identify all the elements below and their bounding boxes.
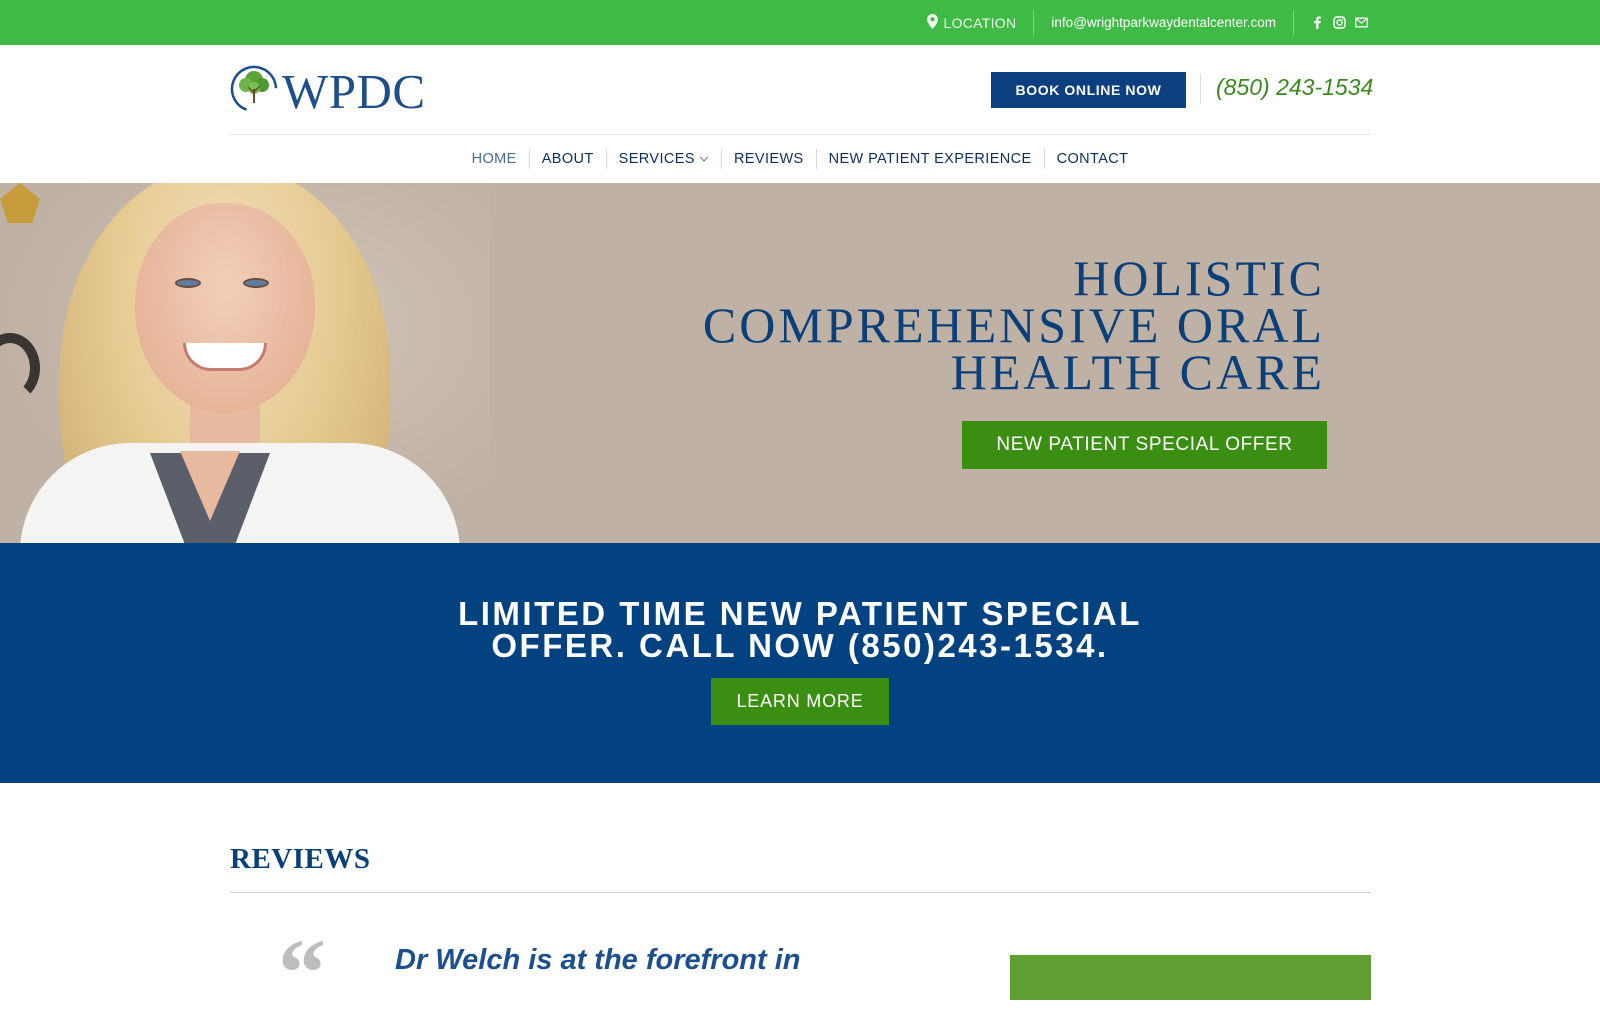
wall-decor [0, 333, 40, 403]
hero-title: HOLISTIC COMPREHENSIVE ORAL HEALTH CARE [702, 250, 1325, 400]
main-nav: HOME ABOUT SERVICES REVIEWS NEW PATIENT … [0, 135, 1600, 183]
photo-face [135, 203, 315, 413]
doctor-photo [0, 183, 490, 543]
nav-item-home[interactable]: HOME [460, 149, 529, 169]
nav-item-reviews[interactable]: REVIEWS [720, 149, 816, 169]
review-text: Dr Welch is at the forefront in [395, 944, 801, 976]
top-bar: LOCATION info@wrightparkwaydentalcenter.… [0, 0, 1600, 45]
wall-decor [0, 183, 40, 223]
hero-title-line: HEALTH CARE [950, 344, 1325, 400]
divider [1200, 74, 1201, 104]
book-online-button[interactable]: BOOK ONLINE NOW [991, 72, 1186, 108]
offer-heading: LIMITED TIME NEW PATIENT SPECIAL OFFER. … [0, 595, 1600, 664]
photo-smile [183, 343, 267, 371]
reviews-divider [230, 892, 1371, 893]
top-bar-contents: LOCATION info@wrightparkwaydentalcenter.… [927, 0, 1368, 45]
nav-item-contact[interactable]: CONTACT [1043, 149, 1141, 169]
instagram-icon[interactable] [1333, 16, 1346, 29]
tree-logo-icon [230, 65, 278, 118]
site-header: WPDC BOOK ONLINE NOW (850) 243-1534 [0, 45, 1600, 135]
nav-item-label: NEW PATIENT EXPERIENCE [828, 151, 1032, 167]
offer-heading-line: LIMITED TIME NEW PATIENT SPECIAL [458, 595, 1142, 632]
logo-text: WPDC [282, 64, 426, 119]
location-link[interactable]: LOCATION [927, 13, 1017, 32]
social-links [1311, 16, 1368, 29]
divider [1293, 9, 1294, 36]
site-logo[interactable]: WPDC [230, 65, 426, 118]
nav-item-new-patient-experience[interactable]: NEW PATIENT EXPERIENCE [815, 149, 1044, 169]
nav-item-label: CONTACT [1056, 151, 1129, 167]
nav-item-label: ABOUT [541, 151, 594, 167]
header-phone-link[interactable]: (850) 243-1534 [1216, 74, 1373, 101]
nav-item-label: SERVICES [618, 151, 695, 167]
hero-title-line: HOLISTIC [1073, 250, 1325, 306]
photo-eye [243, 278, 269, 288]
offer-heading-line: OFFER. CALL NOW (850)243-1534. [491, 627, 1109, 664]
offer-banner: LIMITED TIME NEW PATIENT SPECIAL OFFER. … [0, 543, 1600, 783]
hero-title-line: COMPREHENSIVE ORAL [702, 297, 1325, 353]
learn-more-button[interactable]: LEARN MORE [711, 678, 889, 725]
nav-item-about[interactable]: ABOUT [528, 149, 606, 169]
divider [1033, 9, 1035, 36]
mail-icon[interactable] [1355, 16, 1368, 29]
review-side-panel [1010, 955, 1371, 1000]
hero-banner: HOLISTIC COMPREHENSIVE ORAL HEALTH CARE … [0, 183, 1600, 543]
location-label: LOCATION [943, 14, 1017, 31]
reviews-heading: REVIEWS [230, 843, 371, 875]
quote-icon: “ [278, 919, 326, 1026]
nav-item-label: REVIEWS [733, 151, 804, 167]
new-patient-offer-button[interactable]: NEW PATIENT SPECIAL OFFER [962, 421, 1327, 469]
nav-item-label: HOME [471, 151, 517, 167]
photo-eye [175, 278, 201, 288]
chevron-down-icon [699, 154, 709, 165]
facebook-icon[interactable] [1311, 16, 1324, 29]
nav-item-services[interactable]: SERVICES [605, 149, 721, 169]
email-link[interactable]: info@wrightparkwaydentalcenter.com [1051, 15, 1276, 30]
map-pin-icon [927, 13, 939, 32]
